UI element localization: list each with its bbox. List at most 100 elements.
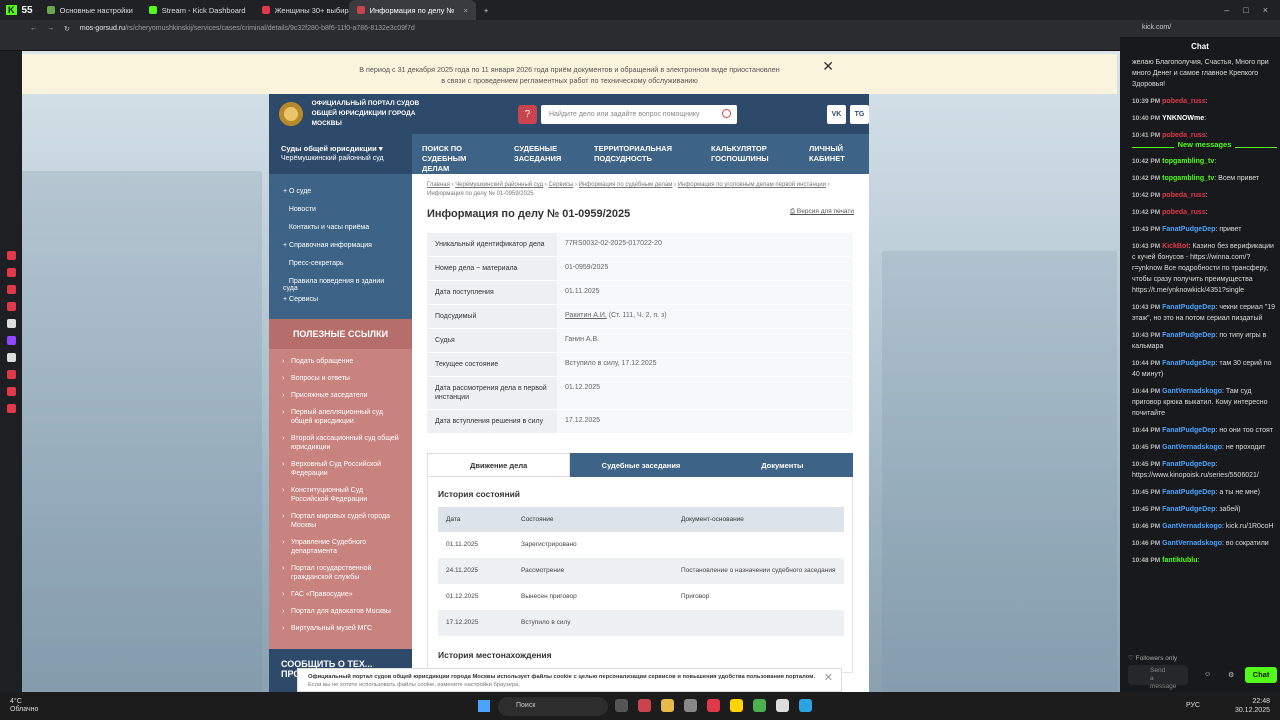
sidebar-app-icon[interactable] bbox=[6, 251, 16, 260]
breadcrumb-link[interactable]: Главная bbox=[427, 182, 450, 188]
chat-send-button[interactable]: Chat bbox=[1245, 667, 1277, 683]
app-icon[interactable] bbox=[684, 699, 697, 712]
defendant-link[interactable]: Ракитин А.И. bbox=[565, 312, 607, 319]
telegram-icon[interactable] bbox=[799, 699, 812, 712]
folder-icon[interactable] bbox=[661, 699, 674, 712]
useful-link[interactable]: Портал для адвокатов Москвы bbox=[269, 607, 412, 624]
close-window-icon[interactable]: × bbox=[1263, 5, 1268, 15]
chat-username[interactable]: FanatPudgeDep bbox=[1162, 506, 1215, 513]
chat-username[interactable]: FanatPudgeDep bbox=[1162, 304, 1215, 311]
opera-icon[interactable] bbox=[638, 699, 651, 712]
yandex-icon[interactable] bbox=[707, 699, 720, 712]
search-input[interactable]: Найдите дело или задайте вопрос помощник… bbox=[541, 104, 737, 124]
app-icon[interactable] bbox=[753, 699, 766, 712]
chat-username[interactable]: FanatPudgeDep bbox=[1162, 332, 1215, 339]
nav-fee-calculator[interactable]: Калькулятор госпошлины bbox=[701, 134, 799, 174]
browser-tab[interactable]: Stream - Kick Dashboard bbox=[141, 0, 254, 20]
chat-username[interactable]: pobeda_russ bbox=[1162, 98, 1206, 105]
nav-personal-cabinet[interactable]: Личный кабинет bbox=[799, 134, 869, 174]
chat-username[interactable]: fantikIublu bbox=[1162, 557, 1197, 564]
help-icon[interactable]: ? bbox=[518, 104, 537, 124]
back-icon[interactable]: ← bbox=[30, 25, 37, 32]
chat-input[interactable]: Send a message bbox=[1128, 665, 1188, 690]
chat-username[interactable]: GantVernadskogo bbox=[1162, 444, 1222, 451]
chat-username[interactable]: topgambling_tv bbox=[1162, 158, 1214, 165]
useful-link[interactable]: Верховный Суд Российской Федерации bbox=[269, 460, 412, 486]
useful-link[interactable]: Подать обращение bbox=[269, 357, 412, 374]
chat-username[interactable]: GantVernadskogo bbox=[1162, 540, 1222, 547]
nav-case-search[interactable]: Поиск по судебным делам bbox=[412, 134, 504, 174]
search-icon[interactable] bbox=[722, 108, 731, 118]
court-selector[interactable]: Суды общей юрисдикции ▾ Черёмушкинский р… bbox=[269, 134, 412, 174]
useful-link[interactable]: Вопросы и ответы bbox=[269, 374, 412, 391]
chat-username[interactable]: YNKNOWme bbox=[1162, 115, 1204, 122]
chat-username[interactable]: pobeda_russ bbox=[1162, 132, 1206, 139]
browser-tab[interactable]: Женщины 30+ выбирают bbox=[254, 0, 349, 20]
chat-username[interactable]: FanatPudgeDep bbox=[1162, 360, 1215, 367]
nav-jurisdiction[interactable]: Территориальная подсудность bbox=[584, 134, 701, 174]
forward-icon[interactable]: → bbox=[47, 25, 54, 32]
coat-of-arms-icon[interactable] bbox=[278, 99, 304, 129]
sidebar-app-icon[interactable] bbox=[6, 404, 16, 413]
breadcrumb-link[interactable]: Информация по уголовным делам первой инс… bbox=[678, 182, 826, 188]
vk-icon[interactable]: VK bbox=[827, 104, 846, 124]
minimize-icon[interactable]: – bbox=[1224, 5, 1229, 15]
useful-link[interactable]: Второй кассационный суд общей юрисдикции bbox=[269, 434, 412, 460]
sidebar-app-icon[interactable] bbox=[6, 268, 16, 277]
left-menu-item[interactable]: Пресс-секретарь bbox=[269, 256, 412, 274]
clock[interactable]: 22:48 30.12.2025 bbox=[1235, 697, 1270, 715]
x-icon[interactable] bbox=[6, 353, 16, 362]
chat-username[interactable]: FanatPudgeDep bbox=[1162, 461, 1215, 468]
breadcrumb-link[interactable]: Сервисы bbox=[548, 182, 573, 188]
left-menu-item[interactable]: + Сервисы bbox=[269, 292, 412, 310]
emote-icon[interactable]: ☺ bbox=[1204, 671, 1211, 678]
taskbar-search[interactable]: Поиск bbox=[498, 697, 608, 716]
useful-link[interactable]: Первый апелляционный суд общей юрисдикци… bbox=[269, 408, 412, 434]
breadcrumb-link[interactable]: Информация по судебным делам bbox=[579, 182, 673, 188]
gear-icon[interactable]: ⚙ bbox=[1228, 671, 1234, 679]
useful-link[interactable]: ГАС «Правосудие» bbox=[269, 590, 412, 607]
secondary-url[interactable]: kick.com/ bbox=[1142, 24, 1171, 31]
close-tab-icon[interactable]: × bbox=[463, 6, 467, 15]
telegram-icon[interactable]: TG bbox=[850, 104, 869, 124]
left-menu-item[interactable]: Новости bbox=[269, 202, 412, 220]
kick-badge[interactable]: K 55 bbox=[0, 0, 39, 20]
reload-icon[interactable]: ↻ bbox=[64, 25, 70, 33]
useful-link[interactable]: Портал мировых судей города Москвы bbox=[269, 512, 412, 538]
new-tab-button[interactable]: + bbox=[476, 0, 496, 20]
taskview-icon[interactable] bbox=[615, 699, 628, 712]
language-indicator[interactable]: РУС bbox=[1186, 702, 1200, 709]
sidebar-app-icon[interactable] bbox=[6, 302, 16, 311]
chat-username[interactable]: pobeda_russ bbox=[1162, 209, 1206, 216]
browser-tab[interactable]: Основные настройки bbox=[39, 0, 141, 20]
chat-username[interactable]: KickBot bbox=[1162, 243, 1188, 250]
sidebar-app-icon[interactable] bbox=[6, 319, 16, 328]
tab-documents[interactable]: Документы bbox=[711, 453, 853, 477]
breadcrumb-link[interactable]: Черёмушкинский районный суд bbox=[455, 182, 543, 188]
tab-court-sessions[interactable]: Судебные заседания bbox=[570, 453, 712, 477]
windows-start-icon[interactable] bbox=[478, 700, 490, 712]
left-menu-item[interactable]: Правила поведения в здании суда bbox=[269, 274, 412, 292]
url-field[interactable]: mos-gorsud.ru/rs/cheryomushkinskij/servi… bbox=[80, 25, 415, 32]
useful-link[interactable]: Портал государственной гражданской служб… bbox=[269, 564, 412, 590]
chat-username[interactable]: pobeda_russ bbox=[1162, 192, 1206, 199]
chat-username[interactable]: GantVernadskogo bbox=[1162, 388, 1222, 395]
useful-link[interactable]: Присяжные заседатели bbox=[269, 391, 412, 408]
chat-username[interactable]: topgambling_tv bbox=[1162, 175, 1214, 182]
chat-username[interactable]: GantVernadskogo bbox=[1162, 523, 1222, 530]
useful-link[interactable]: Управление Судебного департамента bbox=[269, 538, 412, 564]
sidebar-app-icon[interactable] bbox=[6, 387, 16, 396]
sidebar-app-icon[interactable] bbox=[6, 370, 16, 379]
tab-case-movement[interactable]: Движение дела bbox=[427, 453, 571, 477]
left-menu-item[interactable]: + Справочная информация bbox=[269, 238, 412, 256]
chat-username[interactable]: FanatPudgeDep bbox=[1162, 427, 1215, 434]
nav-court-sessions[interactable]: Судебные заседания bbox=[504, 134, 584, 174]
close-icon[interactable]: ✕ bbox=[822, 59, 834, 73]
chat-username[interactable]: FanatPudgeDep bbox=[1162, 226, 1215, 233]
useful-link[interactable]: Виртуальный музей МГС bbox=[269, 624, 412, 641]
left-menu-item[interactable]: + О суде bbox=[269, 184, 412, 202]
left-menu-item[interactable]: Контакты и часы приёма bbox=[269, 220, 412, 238]
app-icon[interactable] bbox=[730, 699, 743, 712]
close-icon[interactable]: ✕ bbox=[824, 673, 833, 684]
chat-username[interactable]: FanatPudgeDep bbox=[1162, 489, 1215, 496]
